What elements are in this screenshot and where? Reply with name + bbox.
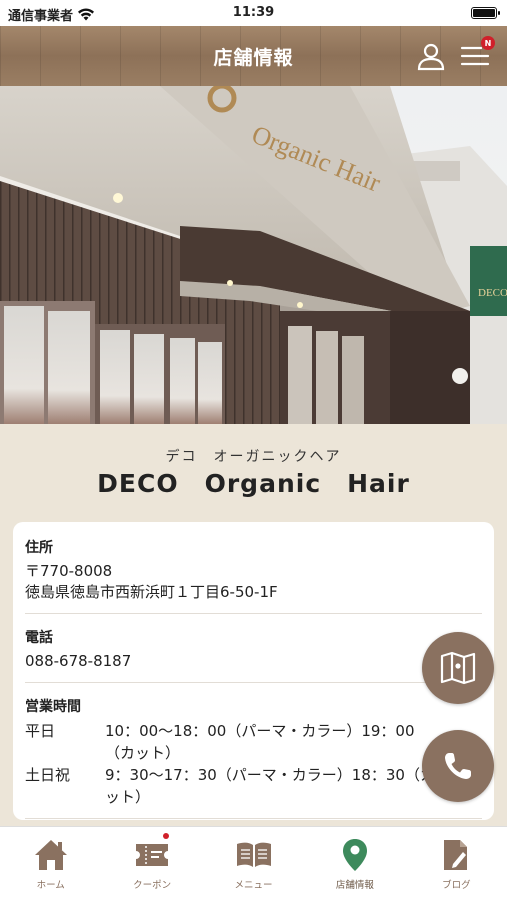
hours-row: 平日 10：00〜18：00（パーマ・カラー）19：00（カット） [25,720,482,764]
call-button[interactable] [422,730,494,802]
hours-day: 土日祝 [25,766,71,784]
tab-shop-info[interactable]: 店舗情報 [304,827,405,900]
tab-label: メニュー [234,880,273,891]
shop-name-block: デコ オーガニックヘア DECO Organic Hair [0,424,507,520]
status-bar: 通信事業者 11:39 [0,0,507,26]
document-edit-icon [444,840,468,870]
tab-menu[interactable]: メニュー [203,827,304,900]
tab-blog[interactable]: ブログ [406,827,507,900]
address-section: 住所 〒770-8008 徳島県徳島市西新浜町１丁目6-50-1F [25,530,482,614]
tab-label: 店舗情報 [335,880,374,891]
map-button[interactable] [422,632,494,704]
tab-label: クーポン [133,880,172,891]
phone-icon [445,753,471,779]
tab-home[interactable]: ホーム [0,827,101,900]
phone-section: 電話 088-678-8187 [25,620,482,683]
hours-day: 平日 [25,722,56,740]
address-label: 住所 [25,540,53,556]
battery-icon [471,7,500,19]
phone-number[interactable]: 088-678-8187 [25,651,482,672]
notification-badge: N [481,36,495,50]
shop-name-kana: デコ オーガニックヘア [165,449,342,465]
tab-label: ブログ [442,880,471,891]
hours-row: 土日祝 9：30〜17：30（パーマ・カラー）18：30（カット） [25,764,482,808]
clock: 11:39 [232,5,275,20]
map-pin-icon [342,839,367,871]
coupon-icon [136,844,169,866]
account-button[interactable] [415,40,447,72]
book-icon [236,842,271,867]
bottom-tab-bar: ホーム クーポン メニュー 店舗情報 ブログ [0,826,507,900]
shop-name: DECO Organic Hair [97,469,410,498]
side-sign-text: DECO [478,287,507,299]
storefront-photo: DECO Organic Hair [0,86,507,424]
hours-label: 営業時間 [25,699,81,715]
user-icon [417,43,445,71]
phone-label: 電話 [25,630,53,646]
page-title: 店舗情報 [213,46,294,69]
tab-label: ホーム [36,880,65,891]
postal-code: 〒770-8008 [25,562,113,580]
tab-coupon[interactable]: クーポン [101,827,202,900]
map-icon [440,651,476,685]
app-header: 店舗情報 N [0,26,507,86]
address-line[interactable]: 徳島県徳島市西新浜町１丁目6-50-1F [25,582,482,603]
menu-button[interactable]: N [459,36,495,72]
home-icon [34,840,67,870]
hours-section: 営業時間 平日 10：00〜18：00（パーマ・カラー）19：00（カット） 土… [25,689,482,819]
